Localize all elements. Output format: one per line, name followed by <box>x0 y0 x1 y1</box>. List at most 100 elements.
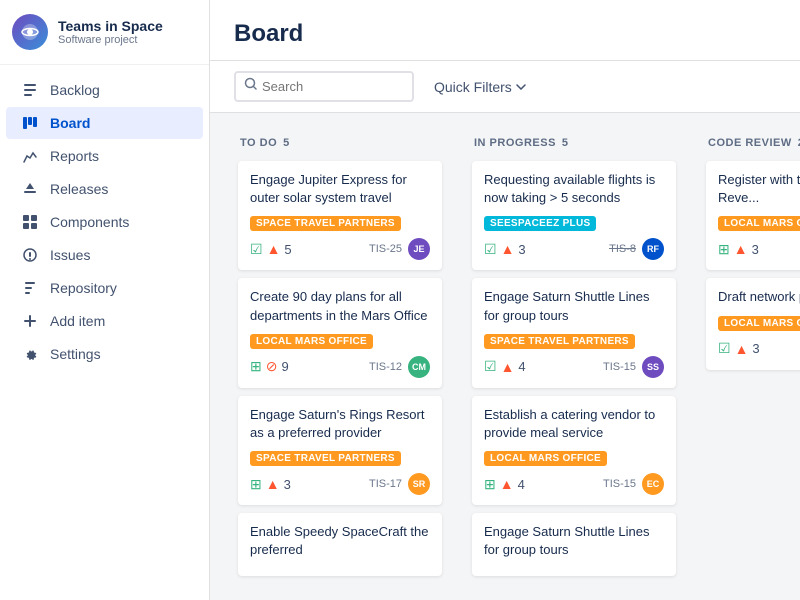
settings-icon <box>20 346 40 362</box>
card-meta: TIS-15 SS <box>603 356 664 378</box>
card-meta: TIS-15 EC <box>603 473 664 495</box>
card-ministry[interactable]: Register with the Ministry of Reve... LO… <box>706 161 800 270</box>
column-todo-cards: Engage Jupiter Express for outer solar s… <box>230 157 450 584</box>
avatar: SS <box>642 356 664 378</box>
check-icon: ⊞ <box>718 241 730 258</box>
card-meta: TIS-12 CM <box>369 356 430 378</box>
card-ticket: TIS-15 <box>603 361 636 373</box>
card-icons: ⊞ ▲ 4 <box>484 476 525 493</box>
column-codereview-cards: Register with the Ministry of Reve... LO… <box>698 157 800 584</box>
check-icon: ☑ <box>250 241 263 258</box>
card-tag: SPACE TRAVEL PARTNERS <box>484 334 635 349</box>
card-tis15a[interactable]: Engage Saturn Shuttle Lines for group to… <box>472 278 676 387</box>
list-icon <box>20 82 40 98</box>
card-tis25[interactable]: Engage Jupiter Express for outer solar s… <box>238 161 442 270</box>
components-icon <box>20 214 40 230</box>
card-ticket: TIS-8 <box>609 243 636 255</box>
card-footer: ⊞ ▲ 4 TIS-15 EC <box>484 473 664 495</box>
check-icon: ☑ <box>484 241 497 258</box>
sidebar-item-releases[interactable]: Releases <box>6 173 203 205</box>
sidebar-item-add-item[interactable]: Add item <box>6 305 203 337</box>
card-footer: ☑ ▲ 5 TIS-25 JE <box>250 238 430 260</box>
card-count: 9 <box>281 359 288 374</box>
sidebar-item-settings[interactable]: Settings <box>6 338 203 370</box>
sidebar-backlog-label: Backlog <box>50 82 100 98</box>
avatar: RF <box>642 238 664 260</box>
search-box[interactable] <box>234 71 414 102</box>
column-codereview-header: CODE REVIEW 2 <box>698 129 800 157</box>
priority-icon: ▲ <box>734 241 748 257</box>
sidebar-item-issues[interactable]: Issues <box>6 239 203 271</box>
sidebar-issues-label: Issues <box>50 247 90 263</box>
project-info: Teams in Space Software project <box>58 18 163 47</box>
priority-icon: ▲ <box>501 241 515 257</box>
card-footer: ☑ ▲ 3 TIS-8 RF <box>484 238 664 260</box>
sidebar-repository-label: Repository <box>50 280 117 296</box>
card-speedy[interactable]: Enable Speedy SpaceCraft the preferred <box>238 513 442 575</box>
card-ticket: TIS-17 <box>369 478 402 490</box>
card-title: Create 90 day plans for all departments … <box>250 288 430 324</box>
sidebar-item-components[interactable]: Components <box>6 206 203 238</box>
card-tag: SPACE TRAVEL PARTNERS <box>250 216 401 231</box>
sidebar-item-board[interactable]: Board <box>6 107 203 139</box>
card-icons: ☑ ▲ 3 <box>718 340 760 357</box>
card-draft[interactable]: Draft network pl... Office LOCAL MARS OF… <box>706 278 800 369</box>
quick-filters-button[interactable]: Quick Filters <box>424 74 536 100</box>
card-count: 4 <box>518 477 525 492</box>
search-input[interactable] <box>262 79 404 94</box>
card-title: Engage Saturn Shuttle Lines for group to… <box>484 288 664 324</box>
card-footer: ⊞ ▲ 3 TIS-17 SR <box>250 473 430 495</box>
search-icon <box>244 77 258 96</box>
column-todo: TO DO 5 Engage Jupiter Express for outer… <box>230 129 450 584</box>
add-icon <box>20 313 40 329</box>
sidebar-reports-label: Reports <box>50 148 99 164</box>
column-todo-count: 5 <box>283 137 290 149</box>
avatar: EC <box>642 473 664 495</box>
check-icon: ☑ <box>484 358 497 375</box>
priority-icon: ▲ <box>267 241 281 257</box>
board-area: TO DO 5 Engage Jupiter Express for outer… <box>210 113 800 600</box>
check-icon: ⊞ <box>250 358 262 375</box>
card-count: 3 <box>752 341 759 356</box>
reports-icon <box>20 148 40 164</box>
card-count: 4 <box>518 359 525 374</box>
column-todo-header: TO DO 5 <box>230 129 450 157</box>
card-title: Engage Jupiter Express for outer solar s… <box>250 171 430 207</box>
sidebar-header: Teams in Space Software project <box>0 0 209 65</box>
card-tag: LOCAL MARS OFFI... <box>718 216 800 231</box>
app-name: Teams in Space <box>58 18 163 35</box>
card-ticket: TIS-15 <box>603 478 636 490</box>
sidebar-item-backlog[interactable]: Backlog <box>6 74 203 106</box>
card-tis8[interactable]: Requesting available flights is now taki… <box>472 161 676 270</box>
card-count: 5 <box>284 242 291 257</box>
card-title: Engage Saturn Shuttle Lines for group to… <box>484 523 664 559</box>
sidebar-item-repository[interactable]: Repository <box>6 272 203 304</box>
card-title: Establish a catering vendor to provide m… <box>484 406 664 442</box>
avatar: SR <box>408 473 430 495</box>
board-icon <box>20 115 40 131</box>
card-icons: ⊞ ⊘ 9 <box>250 358 289 375</box>
card-tis12[interactable]: Create 90 day plans for all departments … <box>238 278 442 387</box>
card-tis15b[interactable]: Establish a catering vendor to provide m… <box>472 396 676 505</box>
card-meta: TIS-17 SR <box>369 473 430 495</box>
card-meta: TIS-8 RF <box>609 238 664 260</box>
toolbar: Quick Filters <box>210 61 800 113</box>
sidebar-nav: Backlog Board Reports Releases <box>0 65 209 600</box>
card-tis17[interactable]: Engage Saturn's Rings Resort as a prefer… <box>238 396 442 505</box>
repository-icon <box>20 280 40 296</box>
card-title: Enable Speedy SpaceCraft the preferred <box>250 523 430 559</box>
issues-icon <box>20 247 40 263</box>
card-icons: ☑ ▲ 4 <box>484 358 526 375</box>
sidebar-components-label: Components <box>50 214 129 230</box>
sidebar-item-reports[interactable]: Reports <box>6 140 203 172</box>
card-ticket: TIS-12 <box>369 361 402 373</box>
card-saturn2[interactable]: Engage Saturn Shuttle Lines for group to… <box>472 513 676 575</box>
sidebar: Teams in Space Software project Backlog … <box>0 0 210 600</box>
column-inprogress-header: IN PROGRESS 5 <box>464 129 684 157</box>
releases-icon <box>20 181 40 197</box>
card-tag: LOCAL MARS OFFICE <box>250 334 373 349</box>
card-count: 3 <box>752 242 759 257</box>
card-footer: ☑ ▲ 4 TIS-15 SS <box>484 356 664 378</box>
page-title: Board <box>234 20 776 48</box>
avatar: JE <box>408 238 430 260</box>
